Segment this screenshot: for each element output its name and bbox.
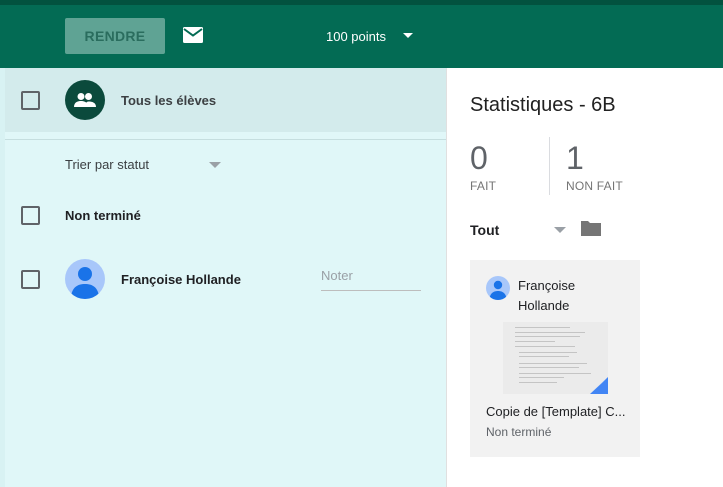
sort-label[interactable]: Trier par statut [65, 157, 149, 172]
card-student-name: Françoise Hollande [518, 278, 576, 313]
person-icon [489, 280, 507, 300]
page-title: Statistiques - 6B [470, 94, 616, 116]
not-done-label: NON FAIT [566, 179, 623, 193]
chevron-down-icon[interactable] [403, 33, 413, 38]
grade-input-underline [321, 290, 421, 291]
avatar [65, 259, 105, 299]
group-label: Non terminé [65, 208, 141, 223]
done-label: FAIT [470, 179, 497, 193]
status-badge: Non terminé [486, 425, 552, 439]
done-count: 0 [470, 140, 488, 176]
grade-input[interactable]: Noter [321, 268, 353, 283]
card-file-name[interactable]: Copie de [Template] C... [486, 404, 636, 419]
person-icon [71, 267, 99, 299]
student-name[interactable]: Françoise Hollande [121, 272, 241, 287]
points-select[interactable]: 100 points [326, 26, 386, 46]
return-button[interactable]: RENDRE [65, 18, 165, 54]
divider [5, 139, 446, 140]
group-avatar [65, 80, 105, 120]
group-icon [74, 93, 96, 107]
chevron-down-icon[interactable] [209, 162, 221, 168]
folder-icon[interactable] [580, 219, 602, 237]
points-value: 100 points [326, 28, 386, 44]
stat-separator [549, 137, 550, 195]
avatar [486, 276, 510, 300]
doc-corner-icon [590, 377, 608, 394]
group-checkbox[interactable] [21, 206, 40, 225]
filter-select[interactable]: Tout [470, 222, 499, 238]
not-done-count: 1 [566, 140, 584, 176]
student-checkbox[interactable] [21, 270, 40, 289]
all-students-checkbox[interactable] [21, 91, 40, 110]
panel-divider [446, 68, 447, 487]
mail-icon[interactable] [182, 26, 204, 44]
chevron-down-icon[interactable] [554, 227, 566, 233]
all-students-label: Tous les élèves [121, 93, 217, 108]
top-bar-strip [0, 0, 723, 5]
